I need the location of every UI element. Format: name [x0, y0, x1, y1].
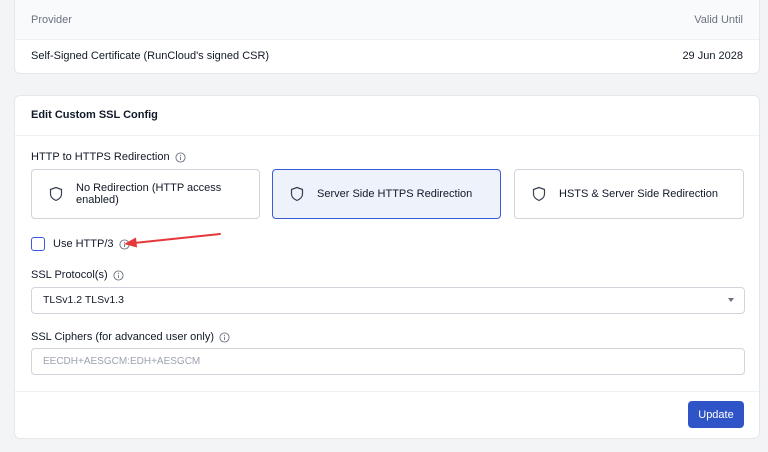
redirection-label-text: HTTP to HTTPS Redirection	[31, 151, 170, 163]
card-title: Edit Custom SSL Config	[31, 109, 158, 121]
valid-until-column-header: Valid Until	[694, 14, 743, 26]
ssl-ciphers-label-text: SSL Ciphers (for advanced user only)	[31, 331, 215, 343]
http3-label: Use HTTP/3	[53, 238, 130, 250]
http3-checkbox[interactable]	[31, 237, 45, 251]
ssl-protocols-select[interactable]: TLSv1.2 TLSv1.3	[31, 287, 745, 314]
ssl-config-card: Edit Custom SSL Config HTTP to HTTPS Red…	[14, 95, 760, 439]
redirection-option-label: Server Side HTTPS Redirection	[317, 188, 473, 200]
certificate-valid-until-cell: 29 Jun 2028	[682, 50, 743, 62]
redirection-option-none[interactable]: No Redirection (HTTP access enabled)	[31, 169, 260, 219]
redirection-option-server-side[interactable]: Server Side HTTPS Redirection	[272, 169, 501, 219]
ssl-ciphers-input[interactable]	[31, 348, 745, 375]
update-button[interactable]: Update	[688, 401, 744, 428]
ssl-protocols-label: SSL Protocol(s)	[31, 269, 124, 281]
provider-column-header: Provider	[31, 14, 72, 26]
shield-icon	[289, 186, 305, 202]
certificate-provider-cell: Self-Signed Certificate (RunCloud's sign…	[31, 50, 270, 62]
certificate-card: Provider Valid Until Self-Signed Certifi…	[14, 0, 760, 74]
redirection-option-hsts[interactable]: HSTS & Server Side Redirection	[514, 169, 744, 219]
redirection-label: HTTP to HTTPS Redirection	[31, 151, 186, 163]
info-icon[interactable]	[219, 331, 230, 343]
chevron-down-icon	[728, 298, 734, 302]
ssl-protocols-label-text: SSL Protocol(s)	[31, 269, 108, 281]
annotation-arrow-icon	[124, 233, 221, 248]
certificate-table-header: Provider Valid Until	[15, 0, 759, 40]
ssl-protocols-value: TLSv1.2 TLSv1.3	[43, 294, 124, 306]
shield-icon	[531, 186, 547, 202]
ssl-ciphers-label: SSL Ciphers (for advanced user only)	[31, 331, 230, 343]
ssl-config-header: Edit Custom SSL Config	[15, 96, 759, 136]
shield-icon	[48, 186, 64, 202]
info-icon[interactable]	[175, 151, 186, 163]
info-icon[interactable]	[113, 269, 124, 281]
footer-divider	[15, 391, 759, 392]
redirection-option-label: HSTS & Server Side Redirection	[559, 188, 718, 200]
http3-label-text: Use HTTP/3	[53, 238, 114, 250]
redirection-option-label: No Redirection (HTTP access enabled)	[76, 182, 222, 206]
